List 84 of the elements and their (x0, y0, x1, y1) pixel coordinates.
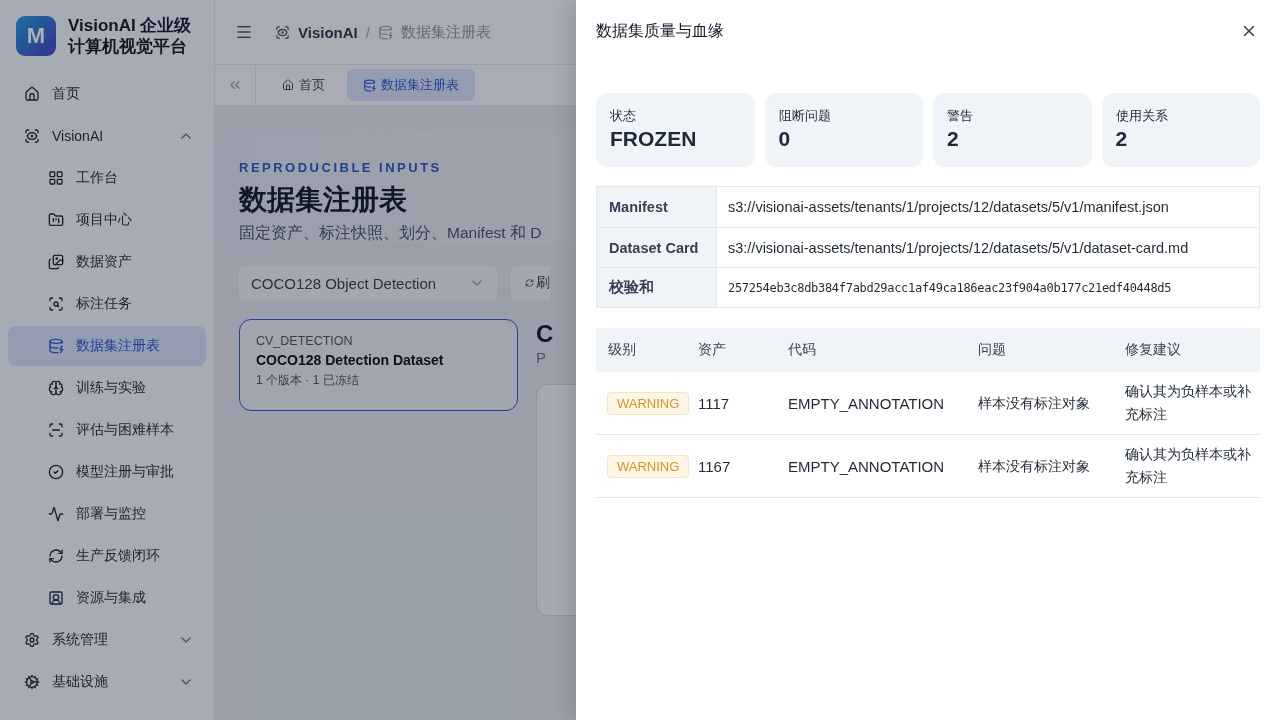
breadcrumb-separator: / (365, 23, 370, 41)
field-label: Manifest (609, 199, 668, 215)
field-value: s3://visionai-assets/tenants/1/projects/12/datasets/5/v1/dataset-card.md (728, 239, 1189, 256)
refresh-icon (48, 548, 64, 564)
dataset-name: COCO128 Detection Dataset (256, 352, 445, 368)
sidebar-item[interactable]: 首页 (8, 74, 206, 114)
column-header: 修复建议 (1125, 341, 1181, 359)
folder-icon (48, 212, 64, 228)
sidebar-item[interactable]: 训练与实验 (8, 368, 206, 408)
brain-icon (48, 380, 64, 396)
table-cell-text: EMPTY_ANNOTATION (788, 456, 945, 477)
breadcrumb-item: 数据集注册表 (400, 22, 491, 42)
refresh-icon (525, 276, 534, 290)
gear-icon (24, 674, 40, 690)
scan-search-icon (48, 296, 64, 312)
check-circle-icon (48, 464, 64, 480)
level-tag: WARNING (607, 391, 690, 415)
stat-value: FROZEN (610, 127, 697, 151)
detail-title: C (536, 319, 554, 349)
menu-icon[interactable] (235, 23, 253, 41)
page-subtitle: 固定资产、标注快照、划分、Manifest 和 D (239, 223, 543, 243)
stat-label: 使用关系 (1115, 107, 1168, 125)
stat-value: 2 (1115, 127, 1128, 151)
column-header: 级别 (608, 341, 636, 359)
sidebar-item[interactable]: 工作台 (8, 158, 206, 198)
field-value: s3://visionai-assets/tenants/1/projects/12/datasets/5/v1/manifest.json (728, 199, 1169, 215)
sidebar-item[interactable]: VisionAI (8, 116, 206, 156)
column-header: 资产 (698, 341, 726, 359)
table-cell-text: 确认其为负样本或补充标注 (1125, 383, 1252, 424)
page-title: 数据集注册表 (239, 183, 408, 217)
sidebar-item[interactable]: 数据资产 (8, 242, 206, 282)
column-header: 代码 (788, 341, 816, 359)
table-cell-text: 1117 (698, 393, 730, 414)
eye-icon (24, 128, 40, 144)
database-icon (363, 78, 376, 92)
sidebar-item[interactable]: 部署与监控 (8, 494, 206, 534)
column-header: 问题 (978, 341, 1006, 359)
stat-value: 0 (778, 127, 791, 151)
field-value: 257254eb3c8db384f7abd29acc1af49ca186eac23f904a0b177c21edf40448d5 (728, 280, 1172, 295)
sidebar-item[interactable]: 标注任务 (8, 284, 206, 324)
overlay-mask[interactable] (0, 0, 576, 720)
stat-label: 警告 (947, 107, 973, 125)
dataset-card[interactable]: CV_DETECTION COCO128 Detection Dataset 1 个版本 · 1 已冻结 (239, 319, 518, 411)
stat-value: 2 (947, 127, 959, 151)
app-title: VisionAI 企业级计算机视觉平台 (68, 15, 193, 57)
drawer-title: 数据集质量与血缘 (596, 20, 724, 41)
sidebar-item[interactable]: 基础设施 (8, 662, 206, 702)
database-icon (377, 24, 393, 40)
table-cell-text: 样本没有标注对象 (978, 457, 1090, 476)
database-icon (48, 338, 64, 354)
eyebrow-text: REPRODUCIBLE INPUTS (239, 160, 443, 175)
table-cell-text: EMPTY_ANNOTATION (788, 393, 945, 414)
stat-label: 阻断问题 (778, 107, 831, 125)
dataset-meta: 1 个版本 · 1 已冻结 (256, 372, 360, 389)
sidebar-item[interactable]: 数据集注册表 (8, 326, 206, 366)
table-cell-text: 样本没有标注对象 (978, 394, 1090, 413)
grid-icon (48, 170, 64, 186)
home-icon (282, 79, 294, 91)
detail-subtitle: P (536, 349, 546, 366)
field-label: 校验和 (609, 278, 654, 297)
sidebar-item[interactable]: 项目中心 (8, 200, 206, 240)
stat-label: 状态 (610, 107, 636, 125)
table-cell-text: 确认其为负样本或补充标注 (1125, 446, 1252, 487)
scan-icon (48, 422, 64, 438)
table-cell-text: 1167 (698, 456, 731, 477)
breadcrumb-item[interactable]: VisionAI (298, 23, 358, 41)
refresh-button[interactable]: 刷 (511, 266, 550, 300)
field-label: Dataset Card (609, 239, 699, 256)
level-tag: WARNING (607, 454, 690, 478)
eye-icon (275, 24, 290, 40)
app-logo: M (16, 16, 56, 56)
sidebar-item[interactable]: 评估与困难样本 (8, 410, 206, 450)
sidebar-item[interactable]: 资源与集成 (8, 578, 206, 618)
images-icon (48, 254, 64, 270)
dataset-select[interactable]: COCO128 Object Detection (239, 266, 497, 300)
sidebar-item[interactable]: 生产反馈闭环 (8, 536, 206, 576)
dataset-category: CV_DETECTION (256, 334, 354, 348)
home-icon (24, 86, 40, 102)
sidebar-item[interactable]: 模型注册与审批 (8, 452, 206, 492)
sidebar-item[interactable]: 系统管理 (8, 620, 206, 660)
tab[interactable]: 首页 (266, 69, 341, 101)
activity-icon (48, 506, 64, 522)
settings-icon (24, 632, 40, 648)
tab[interactable]: 数据集注册表 (347, 69, 475, 101)
